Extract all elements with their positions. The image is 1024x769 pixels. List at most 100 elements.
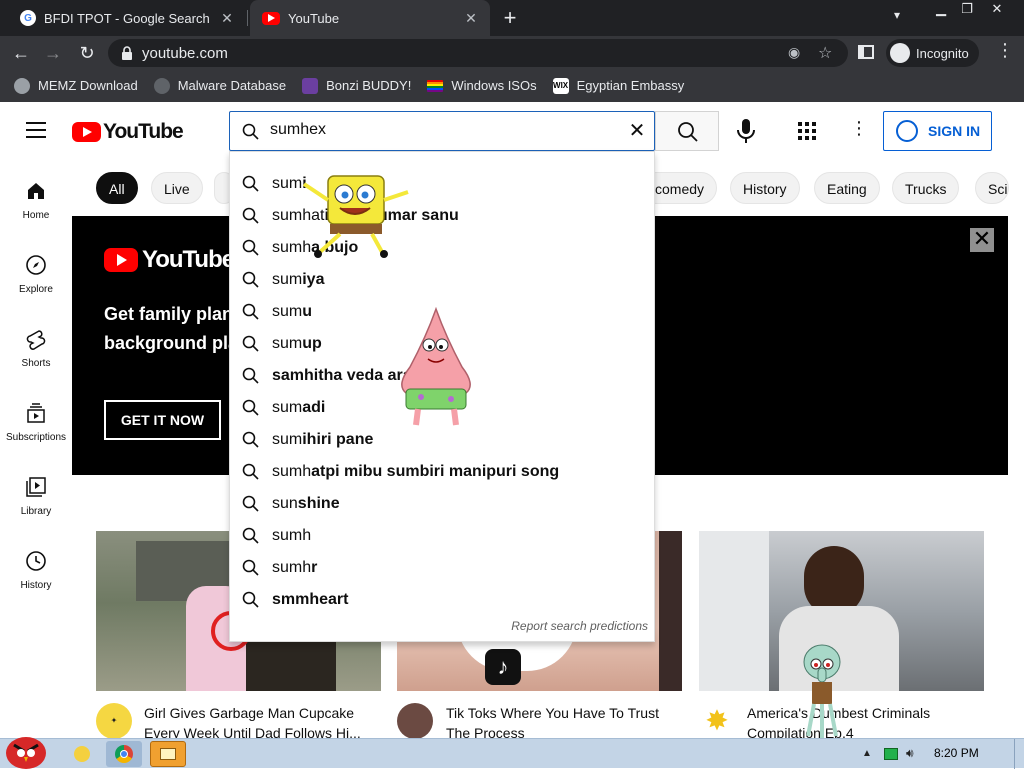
suggestion-item[interactable]: smmheart [230,584,654,616]
channel-avatar[interactable]: ✸ [699,703,735,738]
bookmark-windows-isos[interactable]: Windows ISOs [427,78,537,93]
tab-youtube[interactable]: YouTube ✕ [250,0,490,36]
restore-button[interactable]: ❐ [952,0,982,18]
suggestion-prefix: sum [272,175,303,192]
suggestion-item[interactable]: sun shine [230,488,654,520]
report-predictions-link[interactable]: Report search predictions [511,619,648,633]
bookmark-star-icon[interactable]: ☆ [818,43,832,63]
video-title[interactable]: America's Dumbest Criminals Compilation … [747,703,977,738]
globe-icon [153,77,170,94]
suggestion-prefix: sumh [272,463,312,480]
clock[interactable]: 8:20 PM [934,746,979,760]
sign-in-button[interactable]: SIGN IN [883,111,992,151]
hamburger-menu-icon[interactable] [26,122,46,138]
volume-icon[interactable]: 🔊︎ [906,746,914,761]
incognito-indicator[interactable]: Incognito [886,39,979,67]
video-title[interactable]: Tik Toks Where You Have To Trust The Pro… [446,703,676,738]
search-icon [242,335,259,352]
close-banner-icon[interactable]: ✕ [970,228,994,252]
suggestion-item[interactable]: sumi [230,168,654,200]
suggestion-item[interactable]: sumh a bujo [230,232,654,264]
youtube-logo[interactable]: YouTube [72,120,184,144]
get-it-now-button[interactable]: GET IT NOW [104,400,221,440]
suggestion-item[interactable]: sumh atpi mibu sumbiri manipuri song [230,456,654,488]
bookmark-memz[interactable]: MEMZ Download [14,77,138,94]
back-arrow-icon[interactable]: ← [8,40,34,66]
settings-menu-icon[interactable]: ⋮ [850,118,868,139]
tray-expand-icon[interactable]: ▲ [862,748,872,759]
lock-icon [122,46,132,60]
close-tab-icon[interactable]: ✕ [218,9,236,27]
reload-icon[interactable]: ↻ [74,40,100,66]
globe-icon [14,77,30,94]
taskbar: ▲ 🔊︎ 8:20 PM [0,737,1024,769]
chrome-menu-icon[interactable]: ⋮ [996,40,1014,61]
guide-subscriptions[interactable]: Subscriptions [0,402,72,443]
video-title[interactable]: Girl Gives Garbage Man Cupcake Every Wee… [144,703,374,738]
account-icon [896,120,918,142]
search-icon [242,463,259,480]
tab-search-chevron-icon[interactable]: ▾ [894,8,900,22]
apps-grid-icon[interactable] [798,122,816,140]
channel-avatar[interactable] [397,703,433,738]
search-icon [242,271,259,288]
explorer-taskbar-icon[interactable] [64,741,100,767]
tab-separator [247,10,248,26]
search-icon [242,123,259,140]
folder-taskbar-button[interactable] [150,741,186,767]
angry-bird-start-icon[interactable] [2,731,48,769]
bookmark-egyptian-embassy[interactable]: WIX Egyptian Embassy [552,77,684,94]
forward-arrow-icon[interactable]: → [40,40,66,66]
chip-live[interactable]: Live [151,172,203,204]
guide-home[interactable]: Home [0,180,72,221]
bonzi-icon [302,77,319,94]
show-desktop-button[interactable] [1014,739,1024,769]
chip-trucks[interactable]: Trucks [892,172,960,204]
suggestion-completion: up [302,335,322,352]
suggestion-completion: u [302,303,313,320]
browser-toolbar: ← → ↻ youtube.com ◉ ☆ Incognito ⋮ [0,36,1024,69]
address-bar[interactable]: youtube.com ◉ ☆ [108,39,848,67]
search-icon [242,207,259,224]
search-input[interactable] [270,121,610,139]
chip-all[interactable]: All [96,172,138,204]
bookmark-bonzi-buddy[interactable]: Bonzi BUDDY! [302,77,411,94]
suggestion-item[interactable]: sum iya [230,264,654,296]
suggestion-item[interactable]: sumh [230,520,654,552]
eye-off-icon[interactable]: ◉ [788,44,806,62]
library-icon [26,477,46,497]
guide-history[interactable]: History [0,550,72,591]
chip-history[interactable]: History [730,172,800,204]
chip-eating[interactable]: Eating [814,172,880,204]
chip-sci[interactable]: Sci [975,172,1009,204]
suggestion-completion: r [311,559,318,576]
squidward-mascot-icon [803,644,841,738]
url-text: youtube.com [142,45,228,62]
guide-explore[interactable]: Explore [0,254,72,295]
suggestion-completion: iya [302,271,325,288]
microphone-icon[interactable] [735,118,757,144]
side-panel-icon[interactable] [858,45,874,59]
network-icon[interactable] [884,748,898,760]
close-window-button[interactable]: ✕ [982,0,1012,18]
search-box[interactable]: ✕ [229,111,655,151]
new-tab-button[interactable]: + [498,6,522,30]
search-button[interactable] [655,111,719,151]
tab-google-search[interactable]: G BFDI TPOT - Google Search ✕ [8,0,246,36]
suggestion-item[interactable]: sumhat i... se kumar sanu [230,200,654,232]
suggestion-completion: atpi mibu sumbiri manipuri song [311,463,560,480]
search-icon [242,431,259,448]
guide-shorts[interactable]: Shorts [0,328,72,369]
search-icon [242,399,259,416]
tiktok-icon: ♪ [485,649,521,685]
close-tab-icon[interactable]: ✕ [462,9,480,27]
clear-search-icon[interactable]: ✕ [626,120,648,142]
channel-avatar[interactable]: ✦ [96,703,132,738]
guide-library[interactable]: Library [0,476,72,517]
bookmarks-bar: MEMZ Download Malware Database Bonzi BUD… [0,69,1024,102]
chrome-taskbar-button[interactable] [106,741,142,767]
bookmark-malware-database[interactable]: Malware Database [153,77,286,94]
suggestion-item[interactable]: sumh r [230,552,654,584]
youtube-icon [262,11,280,25]
tab-title: BFDI TPOT - Google Search [44,10,210,26]
